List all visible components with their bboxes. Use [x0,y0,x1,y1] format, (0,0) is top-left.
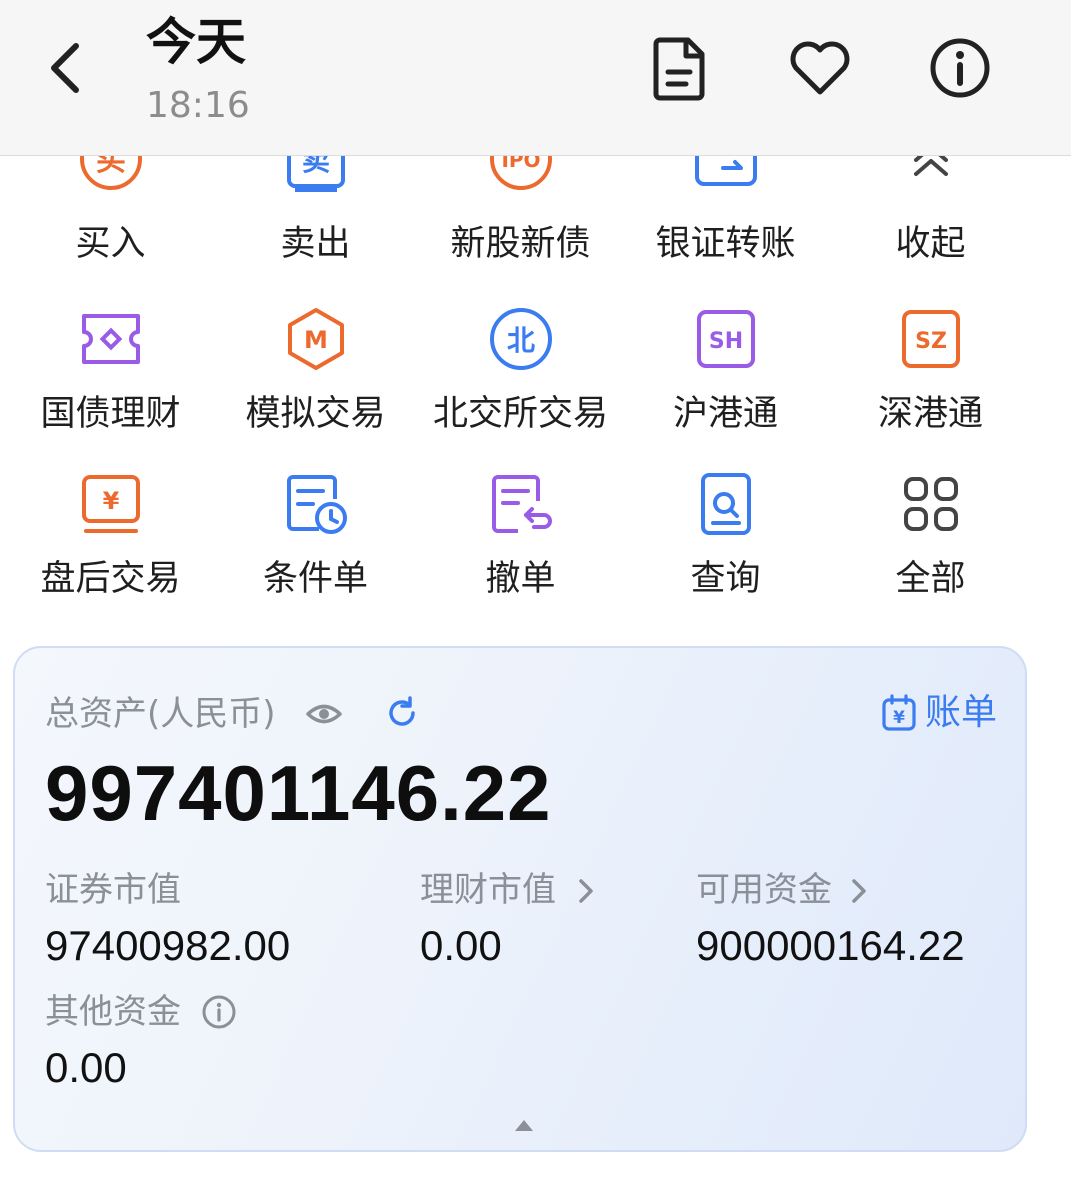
other-funds-label: 其他资金 [45,992,181,1032]
refresh-button[interactable] [385,696,419,730]
svg-text:¥: ¥ [893,708,905,728]
collapse-icon [898,156,964,192]
securities-value-label: 证券市值 [45,870,181,910]
ticket-icon [78,306,144,372]
action-cancel-order[interactable]: 撤单 [418,471,623,621]
available-funds-label: 可用资金 [696,870,832,910]
action-collapse[interactable]: 收起 [828,156,1033,276]
action-ipo[interactable]: IPO 新股新债 [418,156,623,276]
wealth-value: 0.00 [420,922,502,969]
svg-text:SH: SH [709,329,743,354]
svg-text:北: 北 [507,324,535,357]
action-label: 卖出 [280,224,351,264]
collapse-card-button[interactable] [514,1118,534,1132]
action-query[interactable]: 查询 [623,471,828,621]
ipo-icon: IPO [488,156,554,192]
action-bank-transfer[interactable]: 银证转账 [623,156,828,276]
action-conditional-order[interactable]: 条件单 [213,471,418,621]
action-label: 国债理财 [40,394,181,434]
wealth-value-label: 理财市值 [420,870,556,910]
action-label: 撤单 [485,559,556,599]
heart-icon [790,41,850,95]
securities-value: 97400982.00 [45,922,291,969]
bill-label: 账单 [924,692,997,733]
action-label: 沪港通 [672,394,778,434]
all-grid-icon [898,471,964,537]
document-icon [653,37,705,101]
buy-icon: 买 [78,156,144,192]
svg-text:卖: 卖 [302,156,330,177]
available-funds-link[interactable]: 可用资金 [696,868,896,912]
wealth-value-link[interactable]: 理财市值 [420,868,620,912]
action-label: 买入 [75,224,146,264]
action-sell[interactable]: 卖 卖出 [213,156,418,276]
total-assets-label: 总资产(人民币) [45,694,276,734]
bse-icon: 北 [488,306,554,372]
sell-icon: 卖 [283,156,349,192]
action-bse-trade[interactable]: 北 北交所交易 [418,306,623,456]
action-label: 银证转账 [655,224,796,264]
available-funds-value: 900000164.22 [696,922,965,969]
query-icon [693,471,759,537]
svg-text:IPO: IPO [501,156,540,172]
card-transfer-icon [693,156,759,192]
after-hours-icon: ¥ [78,471,144,537]
action-all[interactable]: 全部 [828,471,1033,621]
svg-text:SZ: SZ [915,329,947,354]
page-subtitle-time: 18:16 [146,85,250,126]
info-button[interactable] [926,34,994,102]
info-icon [202,995,236,1029]
quick-action-grid: 买 买入 卖 卖出 IPO 新股新债 银证转账 收起 国债理财 M 模拟交易 北… [0,156,1071,626]
action-sh-connect[interactable]: SH 沪港通 [623,306,828,456]
action-label: 深港通 [877,394,983,434]
chevron-right-icon [575,876,597,906]
svg-text:M: M [304,326,328,354]
action-label: 收起 [895,224,966,264]
other-funds-info-button[interactable] [201,994,237,1030]
cancel-order-icon [488,471,554,537]
bill-link[interactable]: ¥ 账单 [881,690,997,736]
action-label: 北交所交易 [432,394,608,434]
chevron-right-icon [848,876,870,906]
action-label: 查询 [690,559,761,599]
back-button[interactable] [40,36,96,100]
conditional-order-icon [283,471,349,537]
eye-toggle-button[interactable] [305,696,343,732]
calendar-yuan-icon: ¥ [881,694,917,732]
action-buy[interactable]: 买 买入 [8,156,213,276]
simulated-trade-icon: M [283,306,349,372]
sz-connect-icon: SZ [898,306,964,372]
info-circle-icon [930,38,990,98]
action-after-hours[interactable]: ¥ 盘后交易 [8,471,213,621]
caret-up-icon [515,1120,533,1131]
action-label: 全部 [895,559,966,599]
action-label: 盘后交易 [40,559,181,599]
sh-connect-icon: SH [693,306,759,372]
eye-icon [306,704,342,724]
asset-summary-card: 总资产(人民币) ¥ 账单 997401146.22 证券市值 97400982… [13,646,1027,1152]
chevron-left-icon [51,43,79,93]
action-label: 条件单 [262,559,368,599]
top-bar: 今天 18:16 [0,0,1071,156]
action-treasury-bond[interactable]: 国债理财 [8,306,213,456]
document-button[interactable] [646,34,714,102]
action-label: 模拟交易 [245,394,386,434]
svg-text:¥: ¥ [103,487,120,515]
svg-text:买: 买 [96,156,126,178]
action-simulated-trade[interactable]: M 模拟交易 [213,306,418,456]
favorite-button[interactable] [786,34,854,102]
total-assets-value: 997401146.22 [45,749,552,837]
action-label: 新股新债 [450,224,591,264]
refresh-icon [389,696,415,726]
page-title: 今天 [146,13,246,71]
action-sz-connect[interactable]: SZ 深港通 [828,306,1033,456]
other-funds-value: 0.00 [45,1044,127,1091]
